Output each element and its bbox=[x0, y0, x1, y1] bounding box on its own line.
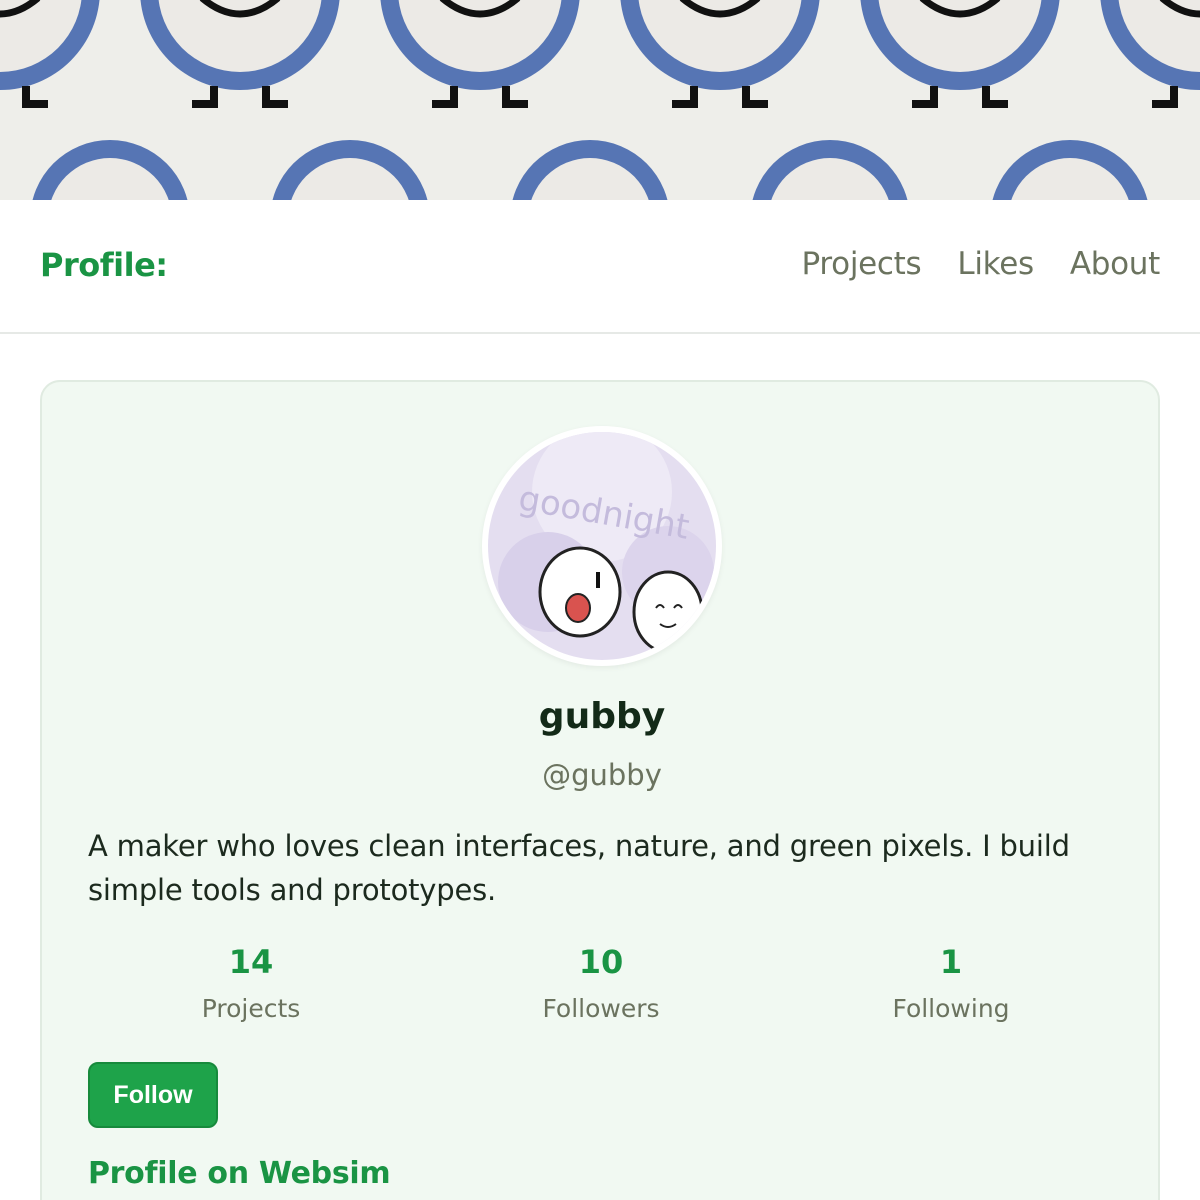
nav-likes[interactable]: Likes bbox=[957, 246, 1034, 282]
stat-followers[interactable]: 10 Followers bbox=[451, 942, 751, 1023]
display-name: gubby bbox=[538, 696, 666, 737]
stat-projects[interactable]: 14 Projects bbox=[101, 942, 401, 1023]
websim-profile-link[interactable]: Profile on Websim bbox=[88, 1156, 391, 1191]
stat-following-label: Following bbox=[892, 994, 1010, 1023]
profile-nav: Projects Likes About bbox=[802, 246, 1161, 282]
clock-pattern-image bbox=[0, 0, 1200, 200]
username-handle: @gubby bbox=[542, 758, 662, 792]
stat-followers-count: 10 bbox=[578, 943, 624, 981]
profile-header: Profile: Projects Likes About bbox=[0, 200, 1200, 334]
profile-stats: 14 Projects 10 Followers 1 Following bbox=[42, 942, 1162, 1042]
stat-following-count: 1 bbox=[939, 943, 963, 981]
stat-projects-count: 14 bbox=[228, 943, 274, 981]
avatar: goodnight bbox=[482, 426, 722, 666]
avatar-image: goodnight bbox=[488, 432, 716, 660]
nav-projects[interactable]: Projects bbox=[802, 246, 922, 282]
profile-banner bbox=[0, 0, 1200, 200]
page-title: Profile: bbox=[40, 246, 168, 284]
profile-card: goodnight gubby @gubby A maker who loves… bbox=[40, 380, 1160, 1200]
follow-button[interactable]: Follow bbox=[88, 1062, 218, 1128]
stat-projects-label: Projects bbox=[201, 994, 301, 1023]
nav-about[interactable]: About bbox=[1070, 246, 1160, 282]
stat-following[interactable]: 1 Following bbox=[801, 942, 1101, 1023]
stat-followers-label: Followers bbox=[542, 994, 660, 1023]
profile-bio: A maker who loves clean interfaces, natu… bbox=[88, 829, 1070, 907]
